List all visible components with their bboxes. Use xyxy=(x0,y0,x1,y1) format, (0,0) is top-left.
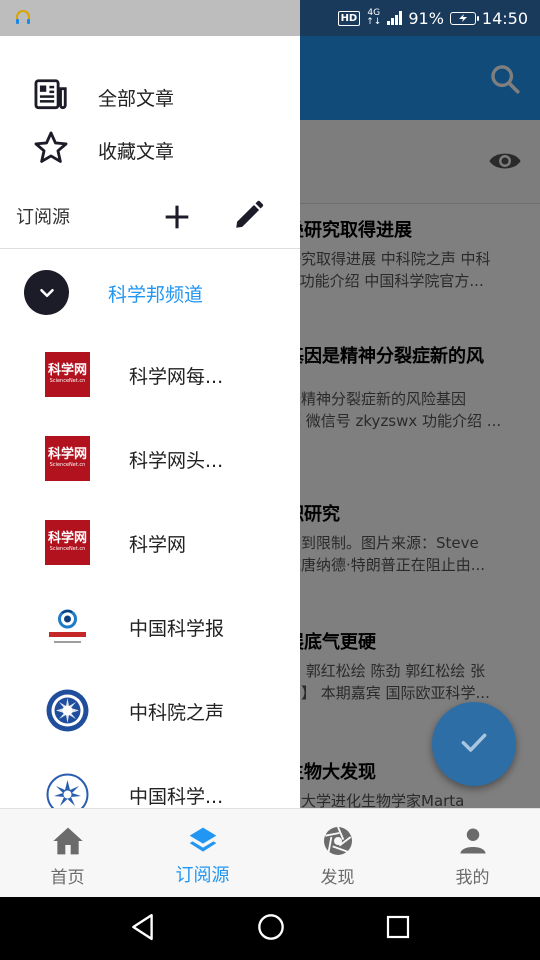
status-bar: HD 4G ↑↓ 91% 14:50 xyxy=(0,0,540,36)
source-item[interactable]: 科学网 ScienceNet.cn 科学网 xyxy=(0,502,300,586)
home-button-icon[interactable] xyxy=(257,913,285,945)
cas-voice-logo xyxy=(45,688,90,733)
tab-profile[interactable]: 我的 xyxy=(405,809,540,897)
drawer-item-starred-articles[interactable]: 收藏文章 xyxy=(0,124,300,172)
source-name: 中国科学报 xyxy=(129,618,225,640)
home-icon xyxy=(52,825,84,857)
cas-news-logo xyxy=(45,604,90,649)
tab-home[interactable]: 首页 xyxy=(0,809,135,897)
status-bar-left xyxy=(0,0,300,36)
status-bar-right: HD 4G ↑↓ 91% 14:50 xyxy=(300,0,540,36)
tab-label: 首页 xyxy=(50,868,85,888)
tab-subscriptions[interactable]: 订阅源 xyxy=(135,809,270,897)
network-type: 4G ↑↓ xyxy=(366,8,382,27)
back-icon[interactable] xyxy=(130,913,156,945)
newspaper-icon xyxy=(32,76,70,118)
tab-discover[interactable]: 发现 xyxy=(270,809,405,897)
check-icon xyxy=(458,726,490,762)
clock: 14:50 xyxy=(481,8,528,28)
source-item[interactable]: 科学网 ScienceNet.cn 科学网头... xyxy=(0,418,300,502)
source-item[interactable]: 中国科学... xyxy=(0,754,300,808)
hd-badge: HD xyxy=(337,10,361,26)
drawer-item-all-articles[interactable]: 全部文章 xyxy=(0,72,300,120)
source-item[interactable]: 中国科学报 xyxy=(0,586,300,670)
cas-emblem-logo xyxy=(45,772,90,808)
person-icon xyxy=(458,825,488,857)
drawer-item-label: 收藏文章 xyxy=(98,141,175,163)
edit-icon[interactable] xyxy=(232,198,266,236)
system-navigation-bar xyxy=(0,897,540,960)
drawer-item-label: 全部文章 xyxy=(98,88,175,110)
subscriptions-header: 订阅源 xyxy=(0,186,300,248)
tab-label: 订阅源 xyxy=(175,865,230,886)
recents-icon[interactable] xyxy=(386,915,410,943)
tab-label: 我的 xyxy=(455,868,490,888)
layers-icon xyxy=(187,825,219,857)
headset-icon xyxy=(14,9,32,31)
subscription-group[interactable]: 科学邦频道 xyxy=(0,258,300,328)
subscriptions-title: 订阅源 xyxy=(16,207,70,228)
battery-percent: 91% xyxy=(408,8,444,28)
group-name: 科学邦频道 xyxy=(108,284,204,306)
sciencenet-logo: 科学网 ScienceNet.cn xyxy=(45,520,90,565)
source-name: 中科院之声 xyxy=(129,702,225,724)
navigation-drawer: 全部文章 收藏文章 订阅源 科学邦频道 科学网 ScienceNet.cn 科学网… xyxy=(0,36,300,808)
chevron-down-icon[interactable] xyxy=(24,270,69,315)
source-item[interactable]: 科学网 ScienceNet.cn 科学网每... xyxy=(0,334,300,418)
battery-icon xyxy=(449,11,479,25)
source-name: 中国科学... xyxy=(129,786,224,808)
bottom-navigation: 首页 订阅源 发现 我的 xyxy=(0,808,540,897)
signal-icon xyxy=(387,11,403,25)
source-name: 科学网每... xyxy=(129,366,224,388)
source-name: 科学网 xyxy=(129,534,187,556)
source-name: 科学网头... xyxy=(129,450,224,472)
tab-label: 发现 xyxy=(320,868,355,888)
sciencenet-logo: 科学网 ScienceNet.cn xyxy=(45,436,90,481)
divider xyxy=(0,248,300,249)
source-item[interactable]: 中科院之声 xyxy=(0,670,300,754)
sciencenet-logo: 科学网 ScienceNet.cn xyxy=(45,352,90,397)
mark-all-read-button[interactable] xyxy=(432,702,516,786)
star-icon xyxy=(32,129,70,171)
aperture-icon xyxy=(322,825,354,857)
add-icon[interactable] xyxy=(160,200,194,238)
